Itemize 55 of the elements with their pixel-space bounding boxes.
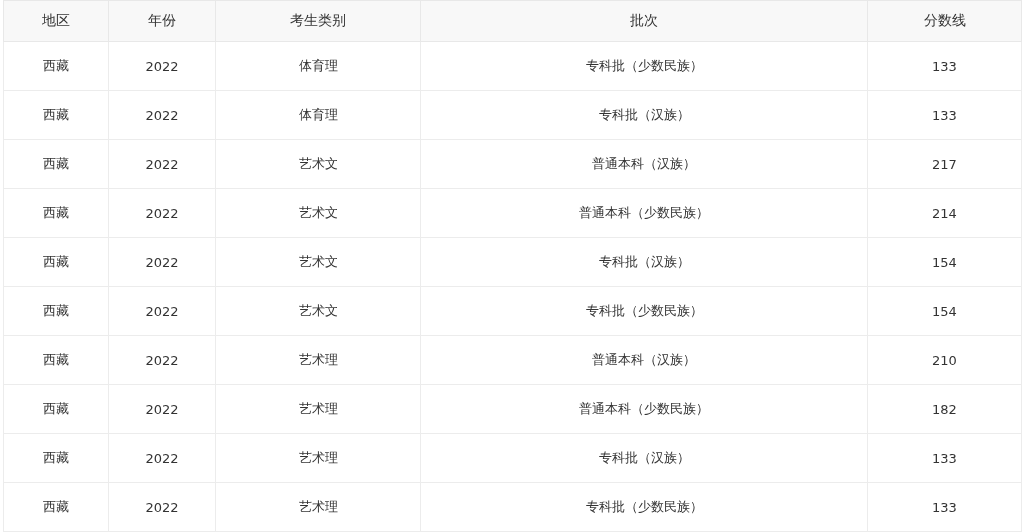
table-cell: 普通本科（少数民族） [420,384,868,434]
table-cell: 2022 [108,237,216,287]
table-cell: 西藏 [3,41,109,91]
column-header: 考生类别 [215,0,421,42]
table-cell: 2022 [108,188,216,238]
table-cell: 西藏 [3,90,109,140]
table-cell: 2022 [108,139,216,189]
table-cell: 西藏 [3,237,109,287]
table-cell: 154 [867,237,1022,287]
table-cell: 艺术文 [215,286,421,336]
table-cell: 2022 [108,384,216,434]
table-cell: 体育理 [215,41,421,91]
table-cell: 西藏 [3,335,109,385]
table-cell: 西藏 [3,139,109,189]
table-cell: 专科批（汉族） [420,237,868,287]
table-cell: 普通本科（汉族） [420,139,868,189]
table-cell: 体育理 [215,90,421,140]
table-cell: 专科批（少数民族） [420,286,868,336]
table-cell: 艺术理 [215,335,421,385]
table-cell: 西藏 [3,384,109,434]
column-header: 地区 [3,0,109,42]
table-cell: 专科批（汉族） [420,433,868,483]
table-cell: 210 [867,335,1022,385]
table-cell: 2022 [108,41,216,91]
table-cell: 艺术文 [215,139,421,189]
table-cell: 西藏 [3,286,109,336]
table-cell: 133 [867,482,1022,532]
table-cell: 2022 [108,90,216,140]
table-cell: 艺术文 [215,237,421,287]
table-cell: 133 [867,90,1022,140]
table-cell: 西藏 [3,188,109,238]
table-cell: 133 [867,433,1022,483]
table-cell: 普通本科（汉族） [420,335,868,385]
table-cell: 133 [867,41,1022,91]
table-cell: 专科批（少数民族） [420,482,868,532]
table-cell: 专科批（汉族） [420,90,868,140]
column-header: 年份 [108,0,216,42]
table-cell: 154 [867,286,1022,336]
table-cell: 2022 [108,482,216,532]
table-cell: 艺术理 [215,384,421,434]
table-cell: 普通本科（少数民族） [420,188,868,238]
table-cell: 艺术文 [215,188,421,238]
table-cell: 2022 [108,335,216,385]
table-cell: 214 [867,188,1022,238]
table-cell: 专科批（少数民族） [420,41,868,91]
table-cell: 艺术理 [215,482,421,532]
table-cell: 西藏 [3,433,109,483]
table-cell: 217 [867,139,1022,189]
table-cell: 西藏 [3,482,109,532]
column-header: 分数线 [867,0,1022,42]
table-cell: 182 [867,384,1022,434]
table-cell: 2022 [108,286,216,336]
table-cell: 艺术理 [215,433,421,483]
table-cell: 2022 [108,433,216,483]
column-header: 批次 [420,0,868,42]
